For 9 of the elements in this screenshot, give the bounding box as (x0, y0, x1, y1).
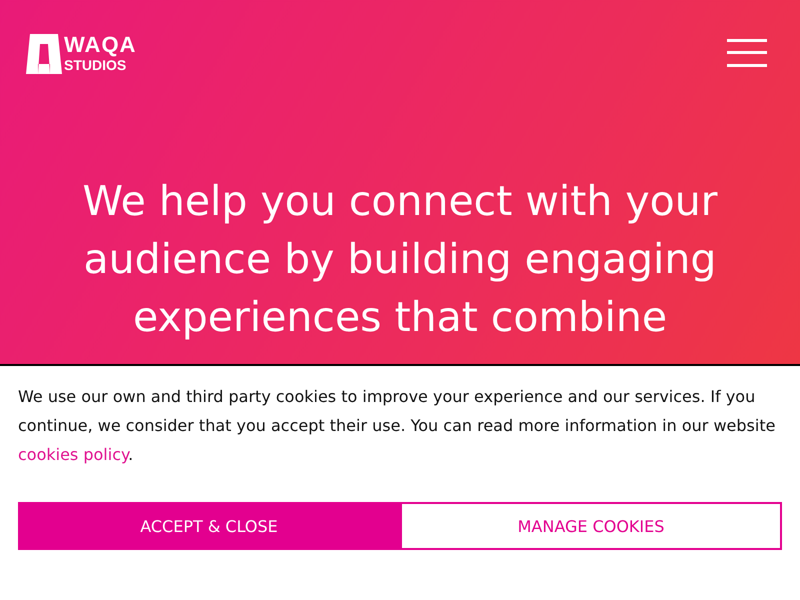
accept-button[interactable]: ACCEPT & CLOSE (18, 502, 400, 550)
manage-button[interactable]: MANAGE COOKIES (400, 502, 782, 550)
menu-icon[interactable] (727, 39, 767, 67)
logo-wordmark: WAQA (64, 34, 136, 56)
cookies-policy-link[interactable]: cookies policy (18, 445, 128, 464)
arch-icon (26, 34, 62, 74)
hero-heading: We help you connect with your audience by building engaging experiences that combine (81, 176, 719, 343)
logo-subtitle: STUDIOS (64, 58, 128, 72)
cookie-notice: We use our own and third party cookies to improve your experience and our services. If you continue, we consider that you accept their use. You can read more information in our website cookies policy. (18, 386, 776, 466)
